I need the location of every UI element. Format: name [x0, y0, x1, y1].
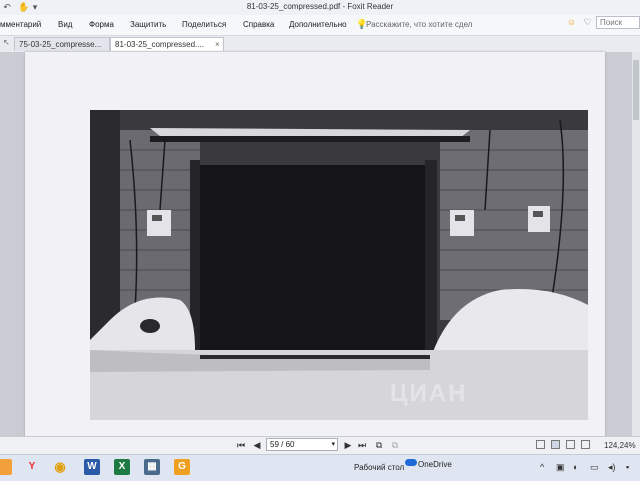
chrome-icon[interactable]: ◉	[52, 459, 68, 475]
menu-form[interactable]: Форма	[89, 20, 114, 29]
last-page-icon[interactable]: ⏭	[357, 440, 367, 451]
language-icon[interactable]: ▪	[626, 462, 629, 472]
heart-icon[interactable]: ♡	[582, 17, 593, 28]
tab-label: 81-03-25_compressed....	[115, 40, 204, 49]
zoom-level[interactable]: 124,24%	[604, 441, 636, 450]
tray-icon[interactable]: ◐	[573, 462, 578, 472]
network-icon[interactable]: ▭	[590, 462, 599, 473]
excel-icon[interactable]: X	[114, 459, 130, 475]
document-tabs: ↖ 75-03-25_compresse... 81-03-25_compres…	[0, 36, 640, 53]
watermark-text: ЦИАН	[390, 380, 468, 407]
yandex-browser-icon[interactable]: Y	[24, 459, 40, 475]
garage-photo: ЦИАН	[90, 110, 588, 420]
tab-nav-icon[interactable]: ↖	[3, 38, 10, 47]
facing-page-icon[interactable]	[566, 440, 575, 449]
ribbon-menu-bar: мментарий Вид Форма Защитить Поделиться …	[0, 15, 640, 36]
onedrive-label[interactable]: OneDrive	[418, 460, 452, 469]
page-number-input[interactable]: 59 / 60 ▾	[266, 438, 338, 451]
smiley-icon[interactable]: ☺	[566, 17, 577, 28]
onedrive-icon[interactable]	[405, 459, 417, 466]
volume-icon[interactable]: ◂)	[608, 462, 616, 473]
tab-document-81[interactable]: 81-03-25_compressed.... ×	[110, 37, 224, 51]
continuous-facing-icon[interactable]	[581, 440, 590, 449]
window-title: 81-03-25_compressed.pdf - Foxit Reader	[246, 2, 394, 11]
previous-page-icon[interactable]: ◀	[252, 440, 262, 451]
menu-protect[interactable]: Защитить	[130, 20, 166, 29]
previous-view-icon[interactable]: ⧉	[374, 440, 384, 451]
chevron-down-icon[interactable]: ▾	[331, 440, 335, 450]
calculator-icon[interactable]: ▦	[144, 459, 160, 475]
menu-share[interactable]: Поделиться	[182, 20, 226, 29]
menu-extra[interactable]: Дополнительно	[289, 20, 347, 29]
tray-app-icon[interactable]: ▣	[556, 462, 565, 473]
foxit-reader-icon[interactable]: G	[174, 459, 190, 475]
menu-comment[interactable]: мментарий	[0, 20, 41, 29]
close-tab-icon[interactable]: ×	[215, 38, 220, 51]
next-page-icon[interactable]: ▶	[343, 440, 353, 451]
search-input[interactable]	[596, 16, 640, 29]
chevron-up-icon[interactable]: ^	[540, 462, 544, 472]
next-view-icon[interactable]: ⧉	[390, 440, 400, 451]
app-icon-partial[interactable]	[0, 459, 12, 475]
menu-view[interactable]: Вид	[58, 20, 72, 29]
scrollbar-thumb[interactable]	[633, 60, 639, 120]
menu-help[interactable]: Справка	[243, 20, 274, 29]
first-page-icon[interactable]: ⏮	[236, 440, 246, 451]
tab-document-75[interactable]: 75-03-25_compresse...	[14, 37, 110, 51]
desktop-toolbar-label[interactable]: Рабочий стол	[354, 463, 404, 472]
title-bar: ↶ ✋ ▾ 81-03-25_compressed.pdf - Foxit Re…	[0, 0, 640, 15]
garage-photo-image	[90, 110, 588, 420]
page-number-value: 59 / 60	[270, 440, 295, 449]
word-icon[interactable]: W	[84, 459, 100, 475]
tab-label: 75-03-25_compresse...	[19, 40, 102, 49]
single-page-icon[interactable]	[536, 440, 545, 449]
tell-me-box[interactable]: Расскажите, что хотите сдел	[366, 20, 472, 29]
continuous-page-icon[interactable]	[551, 440, 560, 449]
